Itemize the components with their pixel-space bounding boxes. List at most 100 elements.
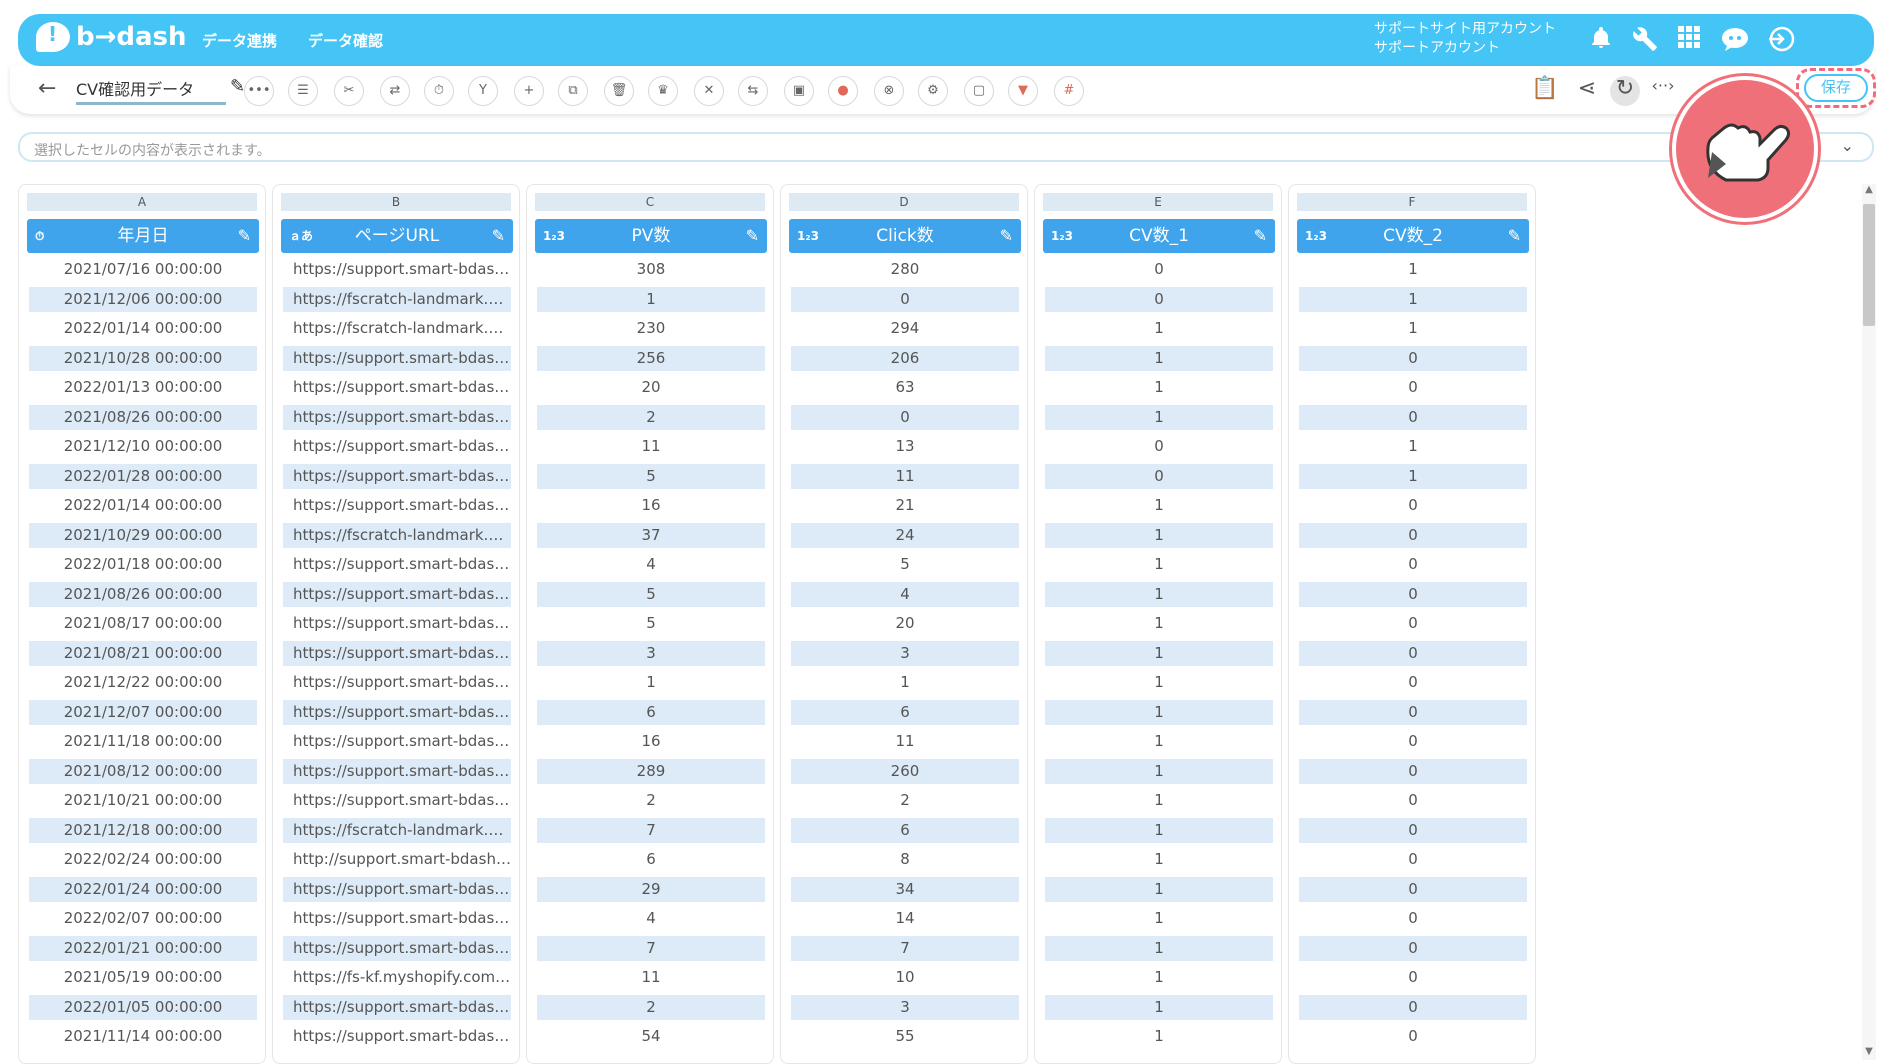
table-cell[interactable]: 14 xyxy=(791,906,1019,931)
table-cell[interactable]: https://support.smart-bdash... xyxy=(283,758,511,784)
frame-icon[interactable]: ▢ xyxy=(964,76,994,106)
table-cell[interactable]: 6 xyxy=(537,699,765,725)
table-cell[interactable]: 34 xyxy=(791,876,1019,902)
table-cell[interactable]: 2021/05/19 00:00:00 xyxy=(29,965,257,990)
table-cell[interactable]: https://support.smart-bdash... xyxy=(283,994,511,1020)
table-cell[interactable]: 55 xyxy=(791,1024,1019,1049)
table-cell[interactable]: 1 xyxy=(1045,493,1273,518)
table-cell[interactable]: 3 xyxy=(791,640,1019,666)
table-cell[interactable]: https://support.smart-bdash... xyxy=(283,1024,511,1049)
table-cell[interactable]: 11 xyxy=(537,965,765,990)
table-cell[interactable]: 63 xyxy=(791,375,1019,400)
table-cell[interactable]: 0 xyxy=(1299,788,1527,813)
table-cell[interactable]: 2021/08/12 00:00:00 xyxy=(29,758,257,784)
table-cell[interactable]: 24 xyxy=(791,522,1019,548)
table-cell[interactable]: 1 xyxy=(1045,935,1273,961)
grid-setting-icon[interactable]: # xyxy=(1054,76,1084,106)
table-cell[interactable]: 1 xyxy=(1045,404,1273,430)
account-info[interactable]: サポートサイト用アカウント サポートアカウント xyxy=(1374,20,1556,58)
table-cell[interactable]: 0 xyxy=(1299,935,1527,961)
table-cell[interactable]: 0 xyxy=(1299,670,1527,695)
table-cell[interactable]: 0 xyxy=(1299,345,1527,371)
column-letter[interactable]: E xyxy=(1043,193,1273,211)
table-cell[interactable]: 2021/10/21 00:00:00 xyxy=(29,788,257,813)
table-cell[interactable]: 1 xyxy=(1045,522,1273,548)
table-cell[interactable]: 0 xyxy=(1299,404,1527,430)
apps-grid-icon[interactable] xyxy=(1674,26,1704,54)
table-cell[interactable]: 2021/11/14 00:00:00 xyxy=(29,1024,257,1049)
back-arrow-icon[interactable]: ← xyxy=(38,76,56,101)
bell-icon[interactable] xyxy=(1586,26,1616,54)
edit-sheet-name-icon[interactable]: ✎ xyxy=(230,76,245,97)
branch-icon[interactable]: Y xyxy=(468,76,498,106)
table-cell[interactable]: 1 xyxy=(1045,345,1273,371)
table-cell[interactable]: 4 xyxy=(537,906,765,931)
table-cell[interactable]: 2021/07/16 00:00:00 xyxy=(29,257,257,282)
table-cell[interactable]: 54 xyxy=(537,1024,765,1049)
edit-column-icon[interactable]: ✎ xyxy=(238,219,251,253)
table-cell[interactable]: 1 xyxy=(1299,434,1527,459)
table-cell[interactable]: 2021/12/07 00:00:00 xyxy=(29,699,257,725)
scrollbar-thumb[interactable] xyxy=(1863,204,1875,326)
chevron-down-icon[interactable]: ⌄ xyxy=(1841,136,1854,155)
lock-column-icon[interactable]: ▣ xyxy=(784,76,814,106)
table-cell[interactable]: https://support.smart-bdash... xyxy=(283,611,511,636)
table-cell[interactable]: 0 xyxy=(791,286,1019,312)
table-cell[interactable]: https://support.smart-bdash... xyxy=(283,581,511,607)
table-cell[interactable]: 3 xyxy=(537,640,765,666)
transform-icon[interactable]: ⚙ xyxy=(918,76,948,106)
table-cell[interactable]: 11 xyxy=(537,434,765,459)
table-cell[interactable]: 2021/12/10 00:00:00 xyxy=(29,434,257,459)
scroll-down-icon[interactable]: ▼ xyxy=(1862,1046,1876,1057)
table-cell[interactable]: 2021/08/17 00:00:00 xyxy=(29,611,257,636)
table-cell[interactable]: https://support.smart-bdash... xyxy=(283,729,511,754)
list-icon[interactable]: ☰ xyxy=(288,76,318,106)
column-header[interactable]: 1₂3 CV数_1 ✎ xyxy=(1043,219,1275,253)
copy-icon[interactable]: ⧉ xyxy=(558,76,588,106)
table-cell[interactable]: 0 xyxy=(1299,522,1527,548)
table-cell[interactable]: https://fscratch-landmark.co... xyxy=(283,316,511,341)
table-cell[interactable]: 4 xyxy=(791,581,1019,607)
table-cell[interactable]: 0 xyxy=(1299,1024,1527,1049)
table-cell[interactable]: 2022/01/14 00:00:00 xyxy=(29,316,257,341)
edit-column-icon[interactable]: ✎ xyxy=(1254,219,1267,253)
table-cell[interactable]: 8 xyxy=(791,847,1019,872)
table-cell[interactable]: 2021/11/18 00:00:00 xyxy=(29,729,257,754)
chatbot-icon[interactable] xyxy=(1720,26,1750,54)
edit-column-icon[interactable]: ✎ xyxy=(492,219,505,253)
crown-icon[interactable]: ♛ xyxy=(648,76,678,106)
table-cell[interactable]: 2021/12/06 00:00:00 xyxy=(29,286,257,312)
table-cell[interactable]: 1 xyxy=(1045,817,1273,843)
tools-icon[interactable]: ✂ xyxy=(334,76,364,106)
table-cell[interactable]: 0 xyxy=(1299,581,1527,607)
bag-icon[interactable]: ● xyxy=(828,76,858,106)
table-cell[interactable]: 280 xyxy=(791,257,1019,282)
table-cell[interactable]: https://support.smart-bdash... xyxy=(283,345,511,371)
table-cell[interactable]: 21 xyxy=(791,493,1019,518)
add-column-icon[interactable]: + xyxy=(514,76,544,106)
table-cell[interactable]: 1 xyxy=(1299,316,1527,341)
column-letter[interactable]: B xyxy=(281,193,511,211)
column-header[interactable]: ａあ ページURL ✎ xyxy=(281,219,513,253)
table-cell[interactable]: 289 xyxy=(537,758,765,784)
table-cell[interactable]: https://support.smart-bdash... xyxy=(283,935,511,961)
table-cell[interactable]: 1 xyxy=(1045,729,1273,754)
table-cell[interactable]: 1 xyxy=(537,286,765,312)
nav-data-integration[interactable]: データ連携 xyxy=(202,30,277,51)
table-cell[interactable]: https://fscratch-landmark.co... xyxy=(283,522,511,548)
table-cell[interactable]: http://support.smart-bdash.... xyxy=(283,847,511,872)
table-cell[interactable]: 2022/01/13 00:00:00 xyxy=(29,375,257,400)
table-cell[interactable]: 1 xyxy=(791,670,1019,695)
cancel-icon[interactable]: ⊗ xyxy=(874,76,904,106)
delete-icon[interactable]: 🗑 xyxy=(604,76,634,106)
table-cell[interactable]: 1 xyxy=(1045,699,1273,725)
column-header[interactable]: ⏱ 年月日 ✎ xyxy=(27,219,259,253)
table-cell[interactable]: https://fscratch-landmark.co... xyxy=(283,286,511,312)
table-cell[interactable]: 2 xyxy=(537,994,765,1020)
table-cell[interactable]: 5 xyxy=(537,611,765,636)
table-cell[interactable]: 1 xyxy=(1045,788,1273,813)
table-cell[interactable]: 0 xyxy=(1299,994,1527,1020)
refresh-icon[interactable]: ↻ xyxy=(1610,76,1640,106)
column-letter[interactable]: A xyxy=(27,193,257,211)
table-cell[interactable]: 1 xyxy=(1299,257,1527,282)
